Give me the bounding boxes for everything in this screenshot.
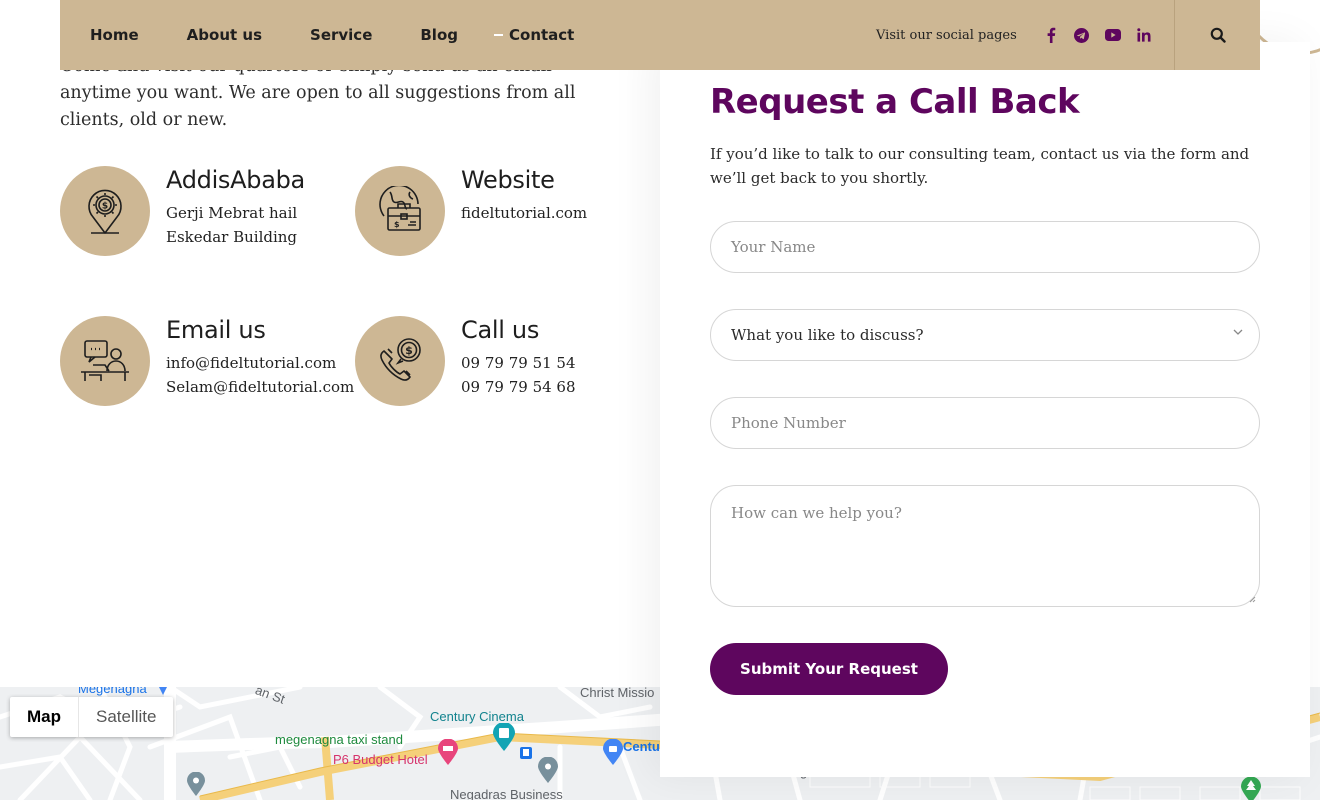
globe-briefcase-icon: $ (355, 166, 445, 256)
nav-label: Blog (420, 26, 458, 44)
phone-link-1[interactable]: 09 79 79 51 54 (461, 354, 576, 372)
map-type-map[interactable]: Map (10, 697, 78, 737)
card-title: AddisAbaba (166, 166, 305, 194)
phone-link-2[interactable]: 09 79 79 54 68 (461, 378, 576, 396)
nav-item-blog[interactable]: Blog (420, 26, 458, 44)
search-icon (1210, 27, 1226, 43)
card-title: Call us (461, 316, 540, 344)
location-gear-icon: $ (60, 166, 150, 256)
phone-dollar-icon: $ (355, 316, 445, 406)
support-desk-icon (60, 316, 150, 406)
resize-handle-icon[interactable] (1249, 596, 1256, 603)
map-label-christ-mission[interactable]: Christ Missio (580, 687, 654, 700)
website-link[interactable]: fideltutorial.com (461, 204, 587, 222)
svg-text:$: $ (405, 344, 413, 357)
email-link-selam[interactable]: Selam@fideltutorial.com (166, 378, 354, 396)
info-card-address: $ AddisAbaba Gerji Mebrat hail Eskedar B… (60, 166, 350, 266)
nav-label: Home (90, 26, 139, 44)
map-label-century-cinema[interactable]: Century Cinema (430, 709, 524, 724)
top-navigation-bar: Home About us Service Blog Contact Visit… (60, 0, 1260, 70)
name-input[interactable]: Your Name (710, 221, 1260, 273)
submit-request-button[interactable]: Submit Your Request (710, 643, 948, 695)
phone-placeholder: Phone Number (731, 414, 846, 432)
address-line-1: Gerji Mebrat hail (166, 204, 298, 222)
message-placeholder: How can we help you? (731, 504, 902, 522)
form-title: Request a Call Back (710, 82, 1080, 122)
telegram-icon[interactable] (1072, 25, 1092, 45)
name-placeholder: Your Name (731, 238, 816, 256)
card-title: Website (461, 166, 555, 194)
chevron-down-icon (1233, 329, 1243, 335)
cinema-pin-icon[interactable] (493, 723, 515, 751)
map-label-taxi-stand[interactable]: megenagna taxi stand (275, 732, 403, 747)
phone-input[interactable]: Phone Number (710, 397, 1260, 449)
form-description: If you’d like to talk to our consulting … (710, 145, 1250, 187)
main-nav: Home About us Service Blog Contact (60, 0, 622, 70)
info-card-email: Email us info@fideltutorial.com Selam@fi… (60, 316, 354, 416)
social-label: Visit our social pages (876, 27, 1017, 43)
facebook-icon[interactable] (1041, 25, 1061, 45)
active-indicator (494, 34, 503, 36)
park-pin-icon[interactable] (1241, 777, 1261, 800)
card-title: Email us (166, 316, 266, 344)
message-textarea[interactable]: How can we help you? (710, 485, 1260, 607)
map-label-budget-hotel[interactable]: P6 Budget Hotel (333, 752, 428, 767)
nav-item-contact[interactable]: Contact (494, 26, 574, 44)
bus-stop-icon[interactable] (520, 747, 532, 759)
nav-label: Service (310, 26, 373, 44)
topic-select[interactable]: What you like to discuss? (710, 309, 1260, 361)
map-label-megenagna[interactable]: Megenagna (78, 687, 147, 696)
map-type-toggle: Map Satellite (10, 697, 174, 737)
nav-item-about-us[interactable]: About us (187, 26, 262, 44)
youtube-icon[interactable] (1103, 25, 1123, 45)
svg-text:$: $ (394, 220, 400, 229)
info-card-website: $ Website fideltutorial.com (355, 166, 645, 266)
map-pin-icon[interactable] (187, 772, 205, 796)
nav-label: Contact (509, 26, 575, 44)
search-button[interactable] (1174, 0, 1260, 70)
map-label-century-mall[interactable]: Centu (623, 739, 660, 754)
transit-pin-icon[interactable] (156, 687, 170, 697)
info-card-call: $ Call us 09 79 79 51 54 09 79 79 54 68 (355, 316, 645, 416)
address-line-2: Eskedar Building (166, 228, 298, 246)
svg-text:$: $ (102, 202, 108, 212)
social-links: Visit our social pages (876, 0, 1165, 70)
nav-label: About us (186, 26, 263, 44)
callback-form-panel: Request a Call Back If you’d like to tal… (660, 42, 1310, 777)
nav-item-home[interactable]: Home (90, 26, 139, 44)
topic-selected-value: What you like to discuss? (731, 326, 924, 344)
linkedin-icon[interactable] (1134, 25, 1154, 45)
shopping-pin-icon[interactable] (603, 739, 623, 765)
map-type-satellite[interactable]: Satellite (78, 697, 173, 737)
map-pin-icon[interactable] (538, 757, 558, 783)
hotel-pin-icon[interactable] (438, 739, 458, 765)
email-link-info[interactable]: info@fideltutorial.com (166, 354, 336, 372)
nav-item-service[interactable]: Service (310, 26, 372, 44)
map-label-negadras[interactable]: Negadras Business (450, 787, 563, 800)
